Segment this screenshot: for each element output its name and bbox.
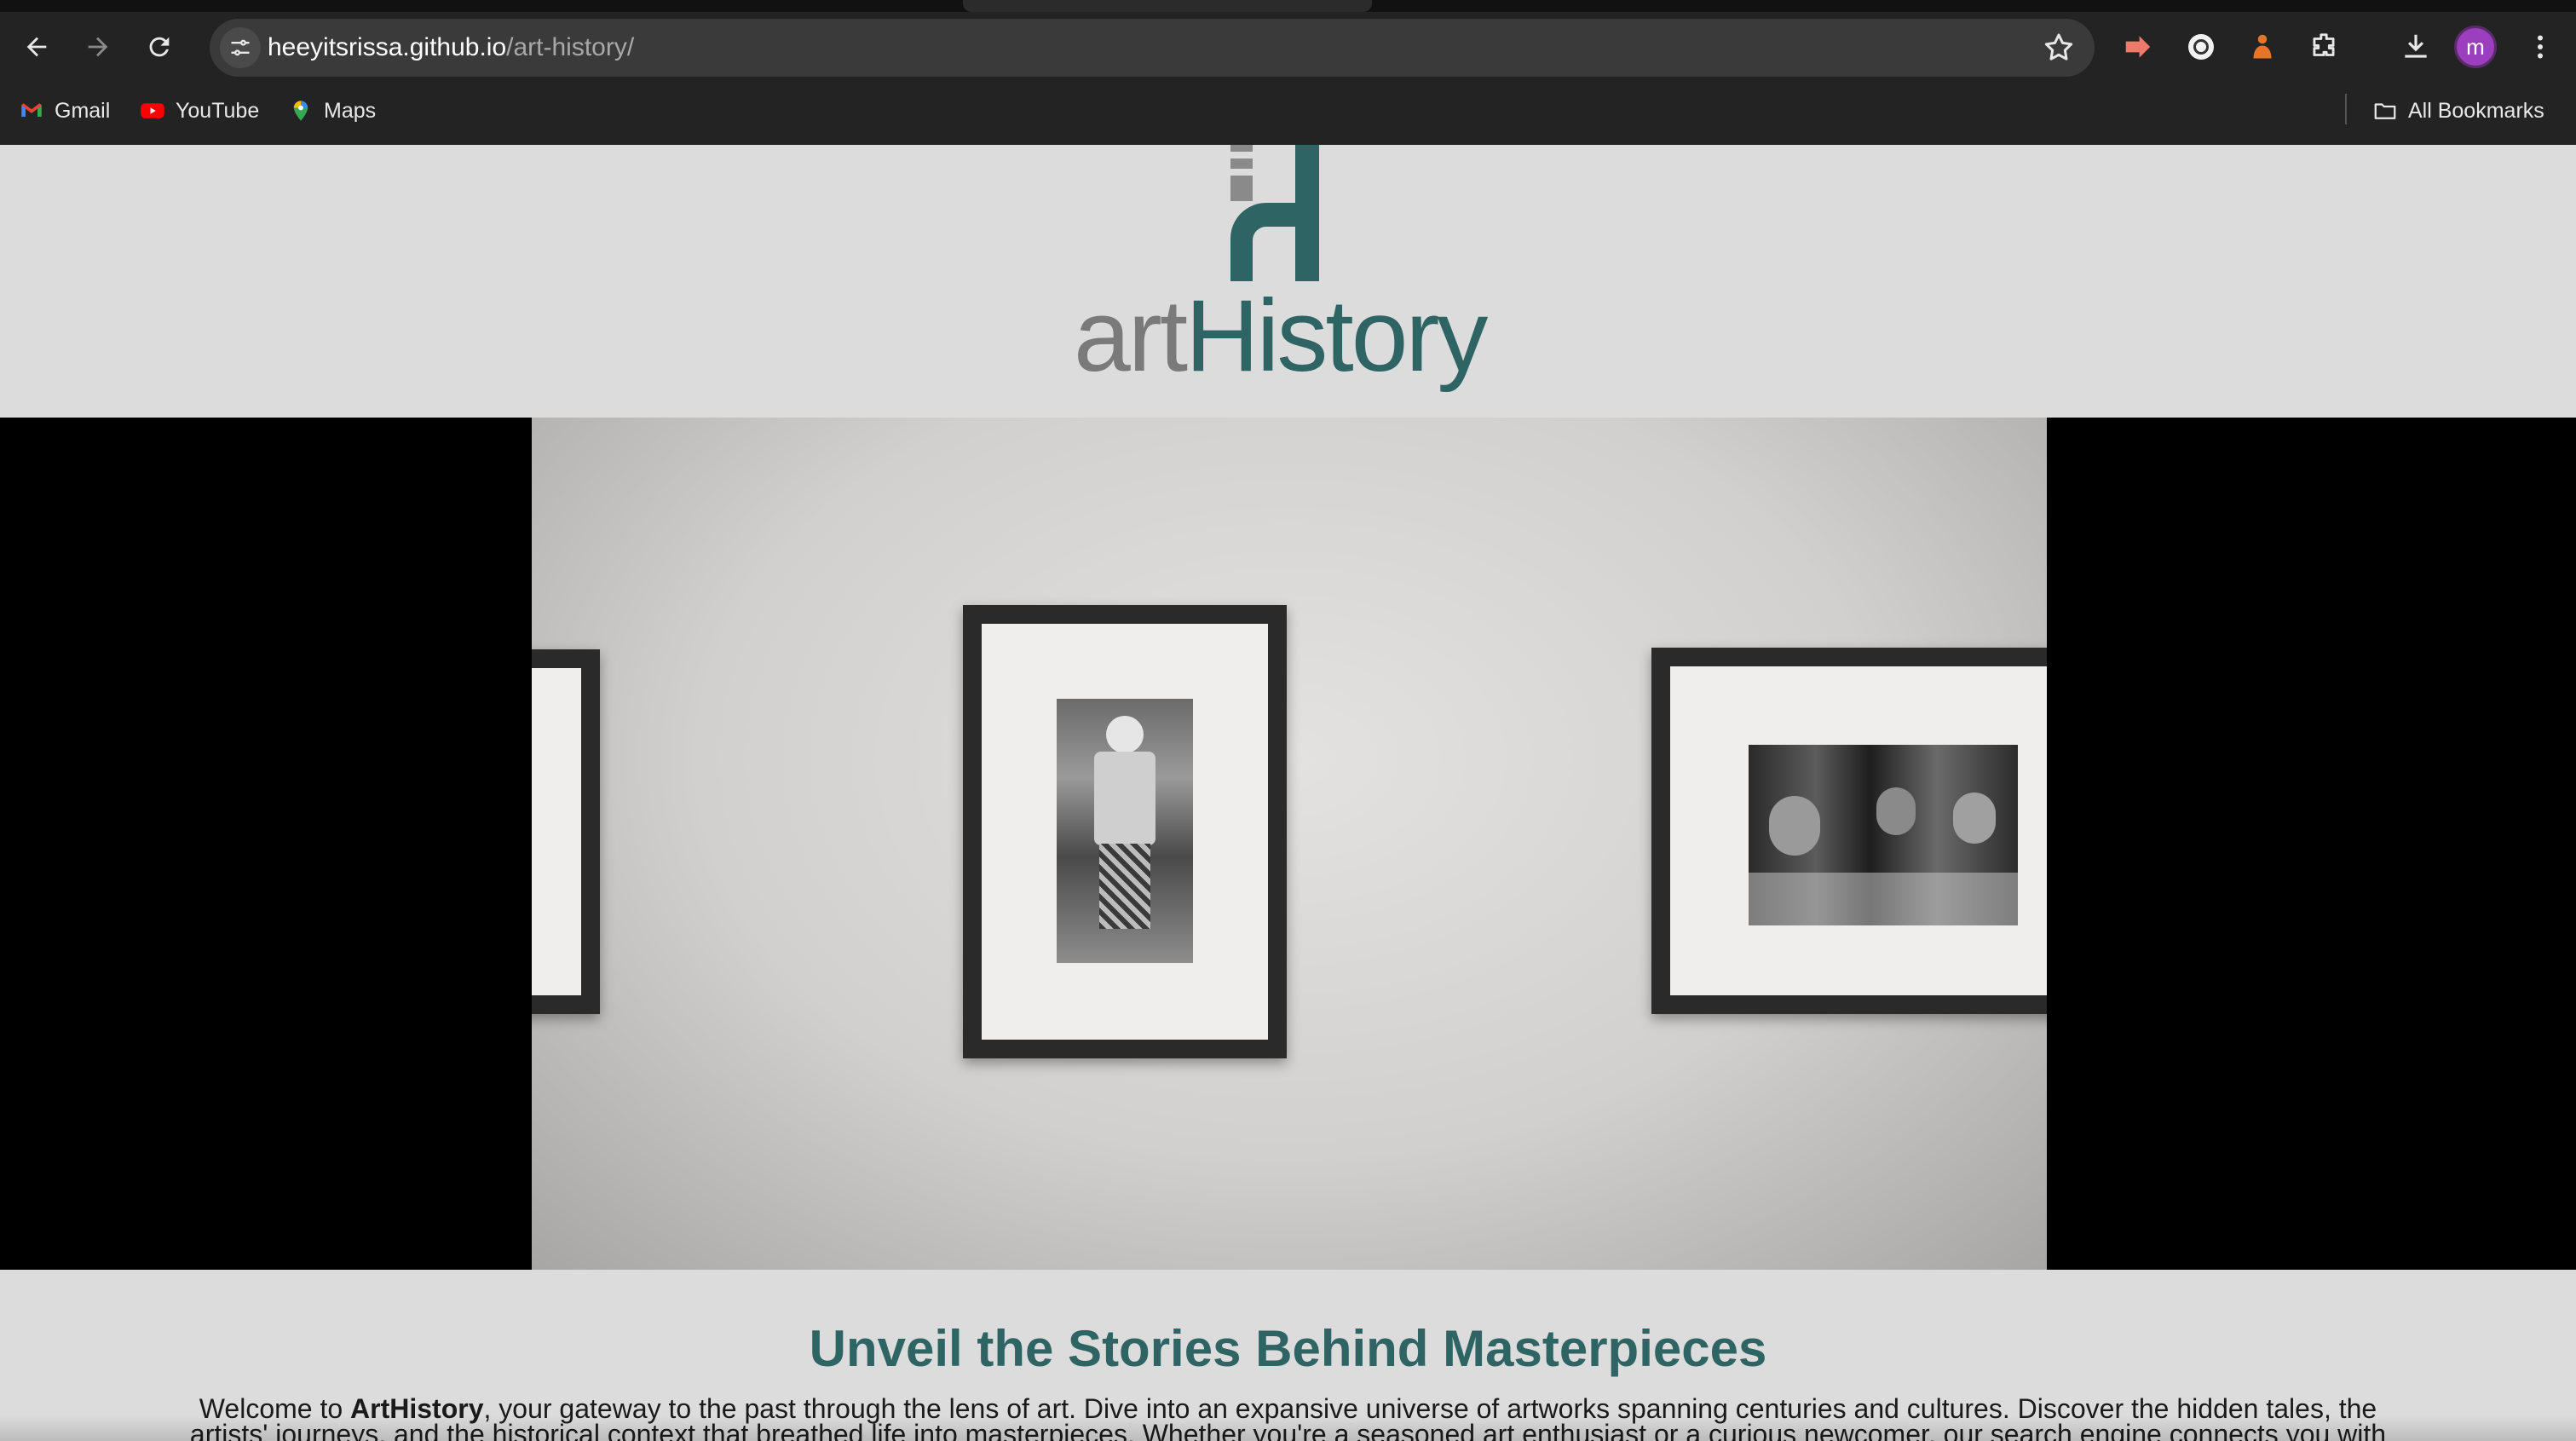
hero-banner (0, 418, 2576, 1270)
forward-button[interactable] (75, 24, 121, 70)
url-text[interactable]: heeyitsrissa.github.io/art-history/ (268, 33, 634, 62)
web-page: artHistory Unveil the Stories Behind Mas… (0, 145, 2576, 1441)
puzzle-extensions-icon (2313, 33, 2335, 56)
bookmark-gmail[interactable]: Gmail (19, 94, 110, 128)
bookmark-label: Maps (324, 98, 377, 123)
frame-mat (982, 624, 1268, 1040)
maps-pin-icon (288, 98, 314, 124)
extension-button-2[interactable] (2180, 26, 2222, 68)
kebab-menu-icon (2538, 35, 2543, 59)
browser-toolbar: heeyitsrissa.github.io/art-history/ m (0, 15, 2576, 78)
browser-menu-button[interactable] (2519, 26, 2562, 68)
downloads-button[interactable] (2394, 26, 2437, 68)
bookmark-maps[interactable]: Maps (288, 94, 376, 128)
download-icon (2405, 34, 2427, 58)
extensions-menu-button[interactable] (2302, 26, 2345, 68)
viewport-fade (0, 1415, 2576, 1441)
back-button[interactable] (14, 24, 60, 70)
youtube-icon (140, 98, 165, 124)
extension-red-arrow-icon (2125, 36, 2151, 58)
all-bookmarks-button[interactable]: All Bookmarks (2372, 94, 2544, 128)
logo-mark-icon (1230, 145, 1319, 281)
gallery-frame-right (1651, 648, 2047, 1014)
browser-chrome: heeyitsrissa.github.io/art-history/ m Gm… (0, 0, 2576, 145)
reload-icon (149, 37, 170, 57)
bookmark-youtube[interactable]: YouTube (140, 94, 259, 128)
portrait-photo (1057, 699, 1193, 963)
gmail-icon (19, 98, 44, 124)
reload-button[interactable] (136, 24, 182, 70)
logo-text-history: History (1185, 279, 1488, 393)
url-path: /art-history/ (506, 33, 635, 61)
extension-button-3[interactable] (2241, 26, 2284, 68)
bookmark-label: Gmail (55, 98, 111, 123)
profile-avatar[interactable]: m (2454, 26, 2497, 68)
extension-orange-icon (2253, 34, 2272, 59)
url-host: heeyitsrissa.github.io (268, 33, 507, 61)
address-bar[interactable]: heeyitsrissa.github.io/art-history/ (210, 19, 2095, 77)
all-bookmarks-label: All Bookmarks (2408, 98, 2544, 123)
profile-initial: m (2466, 33, 2485, 60)
frame-mat (1670, 666, 2047, 995)
page-headline: Unveil the Stories Behind Masterpieces (809, 1320, 1767, 1377)
bookmark-star-button[interactable] (2042, 31, 2076, 65)
bookmark-label: YouTube (176, 98, 260, 123)
tune-icon (231, 39, 250, 56)
back-arrow-icon (26, 37, 47, 57)
gallery-frame-center (963, 605, 1287, 1058)
gallery-frame-left (532, 649, 600, 1014)
extension-button-1[interactable] (2117, 26, 2159, 68)
tab-strip (0, 0, 2576, 12)
bookmarks-bar: Gmail YouTube Maps All Bookmarks (0, 89, 2576, 131)
logo-text-art: art (1074, 279, 1188, 393)
logo-wordmark: artHistory (1074, 277, 1488, 395)
arthistory-logo[interactable]: artHistory (1074, 145, 1517, 401)
site-info-button[interactable] (220, 27, 261, 68)
frame-mat (532, 668, 581, 995)
hero-image (532, 418, 2047, 1270)
active-tab[interactable] (963, 0, 1372, 12)
extension-circle-icon (2188, 34, 2214, 60)
star-icon (2044, 33, 2073, 61)
street-photo (1749, 745, 2018, 925)
folder-icon (2372, 98, 2398, 124)
bookmarks-divider (2345, 94, 2347, 124)
forward-arrow-icon (88, 37, 108, 57)
